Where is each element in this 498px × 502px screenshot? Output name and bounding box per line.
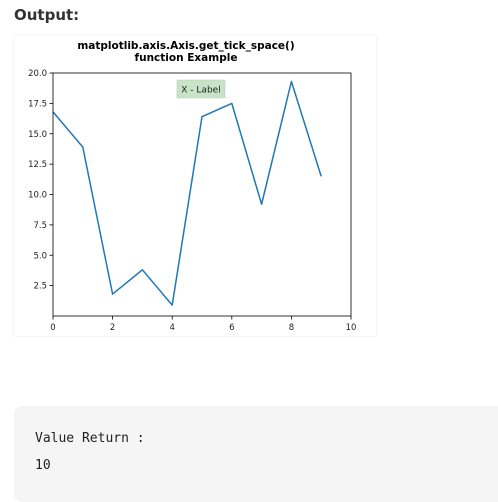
y-tick-label: 20.0	[28, 69, 47, 79]
series-line	[52, 80, 322, 306]
x-tick-label: 0	[50, 323, 55, 333]
chart-title-line1: matplotlib.axis.Axis.get_tick_space()	[77, 40, 294, 52]
x-tick-label: 4	[169, 323, 174, 333]
y-tick-label: 7.5	[33, 221, 47, 231]
annotation-box: X - Label	[176, 79, 226, 99]
output-value-return-label: Value Return :	[35, 431, 145, 446]
y-tick-label: 10.0	[28, 191, 47, 201]
chart-figure: matplotlib.axis.Axis.get_tick_space() fu…	[14, 36, 376, 336]
line-chart: matplotlib.axis.Axis.get_tick_space() fu…	[28, 40, 356, 333]
chart-title-line2: function Example	[135, 52, 238, 64]
y-tick-label: 17.5	[28, 99, 47, 109]
y-tick-label: 5.0	[33, 251, 47, 261]
y-tick-label: 2.5	[33, 282, 47, 292]
plot-frame	[52, 72, 352, 317]
x-tick-label: 8	[289, 323, 294, 333]
annotation-label: X - Label	[181, 86, 220, 96]
output-value: 10	[35, 458, 51, 473]
program-output-box: Value Return : 10	[14, 406, 498, 502]
y-tick-label: 15.0	[28, 130, 47, 140]
x-tick-label: 2	[110, 323, 115, 333]
y-tick-label: 12.5	[28, 160, 47, 170]
x-tick-label: 6	[229, 323, 234, 333]
output-heading: Output:	[14, 6, 80, 24]
plot-area: 2.5 5.0 7.5 10.0 12.5 15.0 17.5 20.0 0 2 4 6 8 10	[28, 69, 356, 333]
x-tick-label: 10	[346, 323, 357, 333]
